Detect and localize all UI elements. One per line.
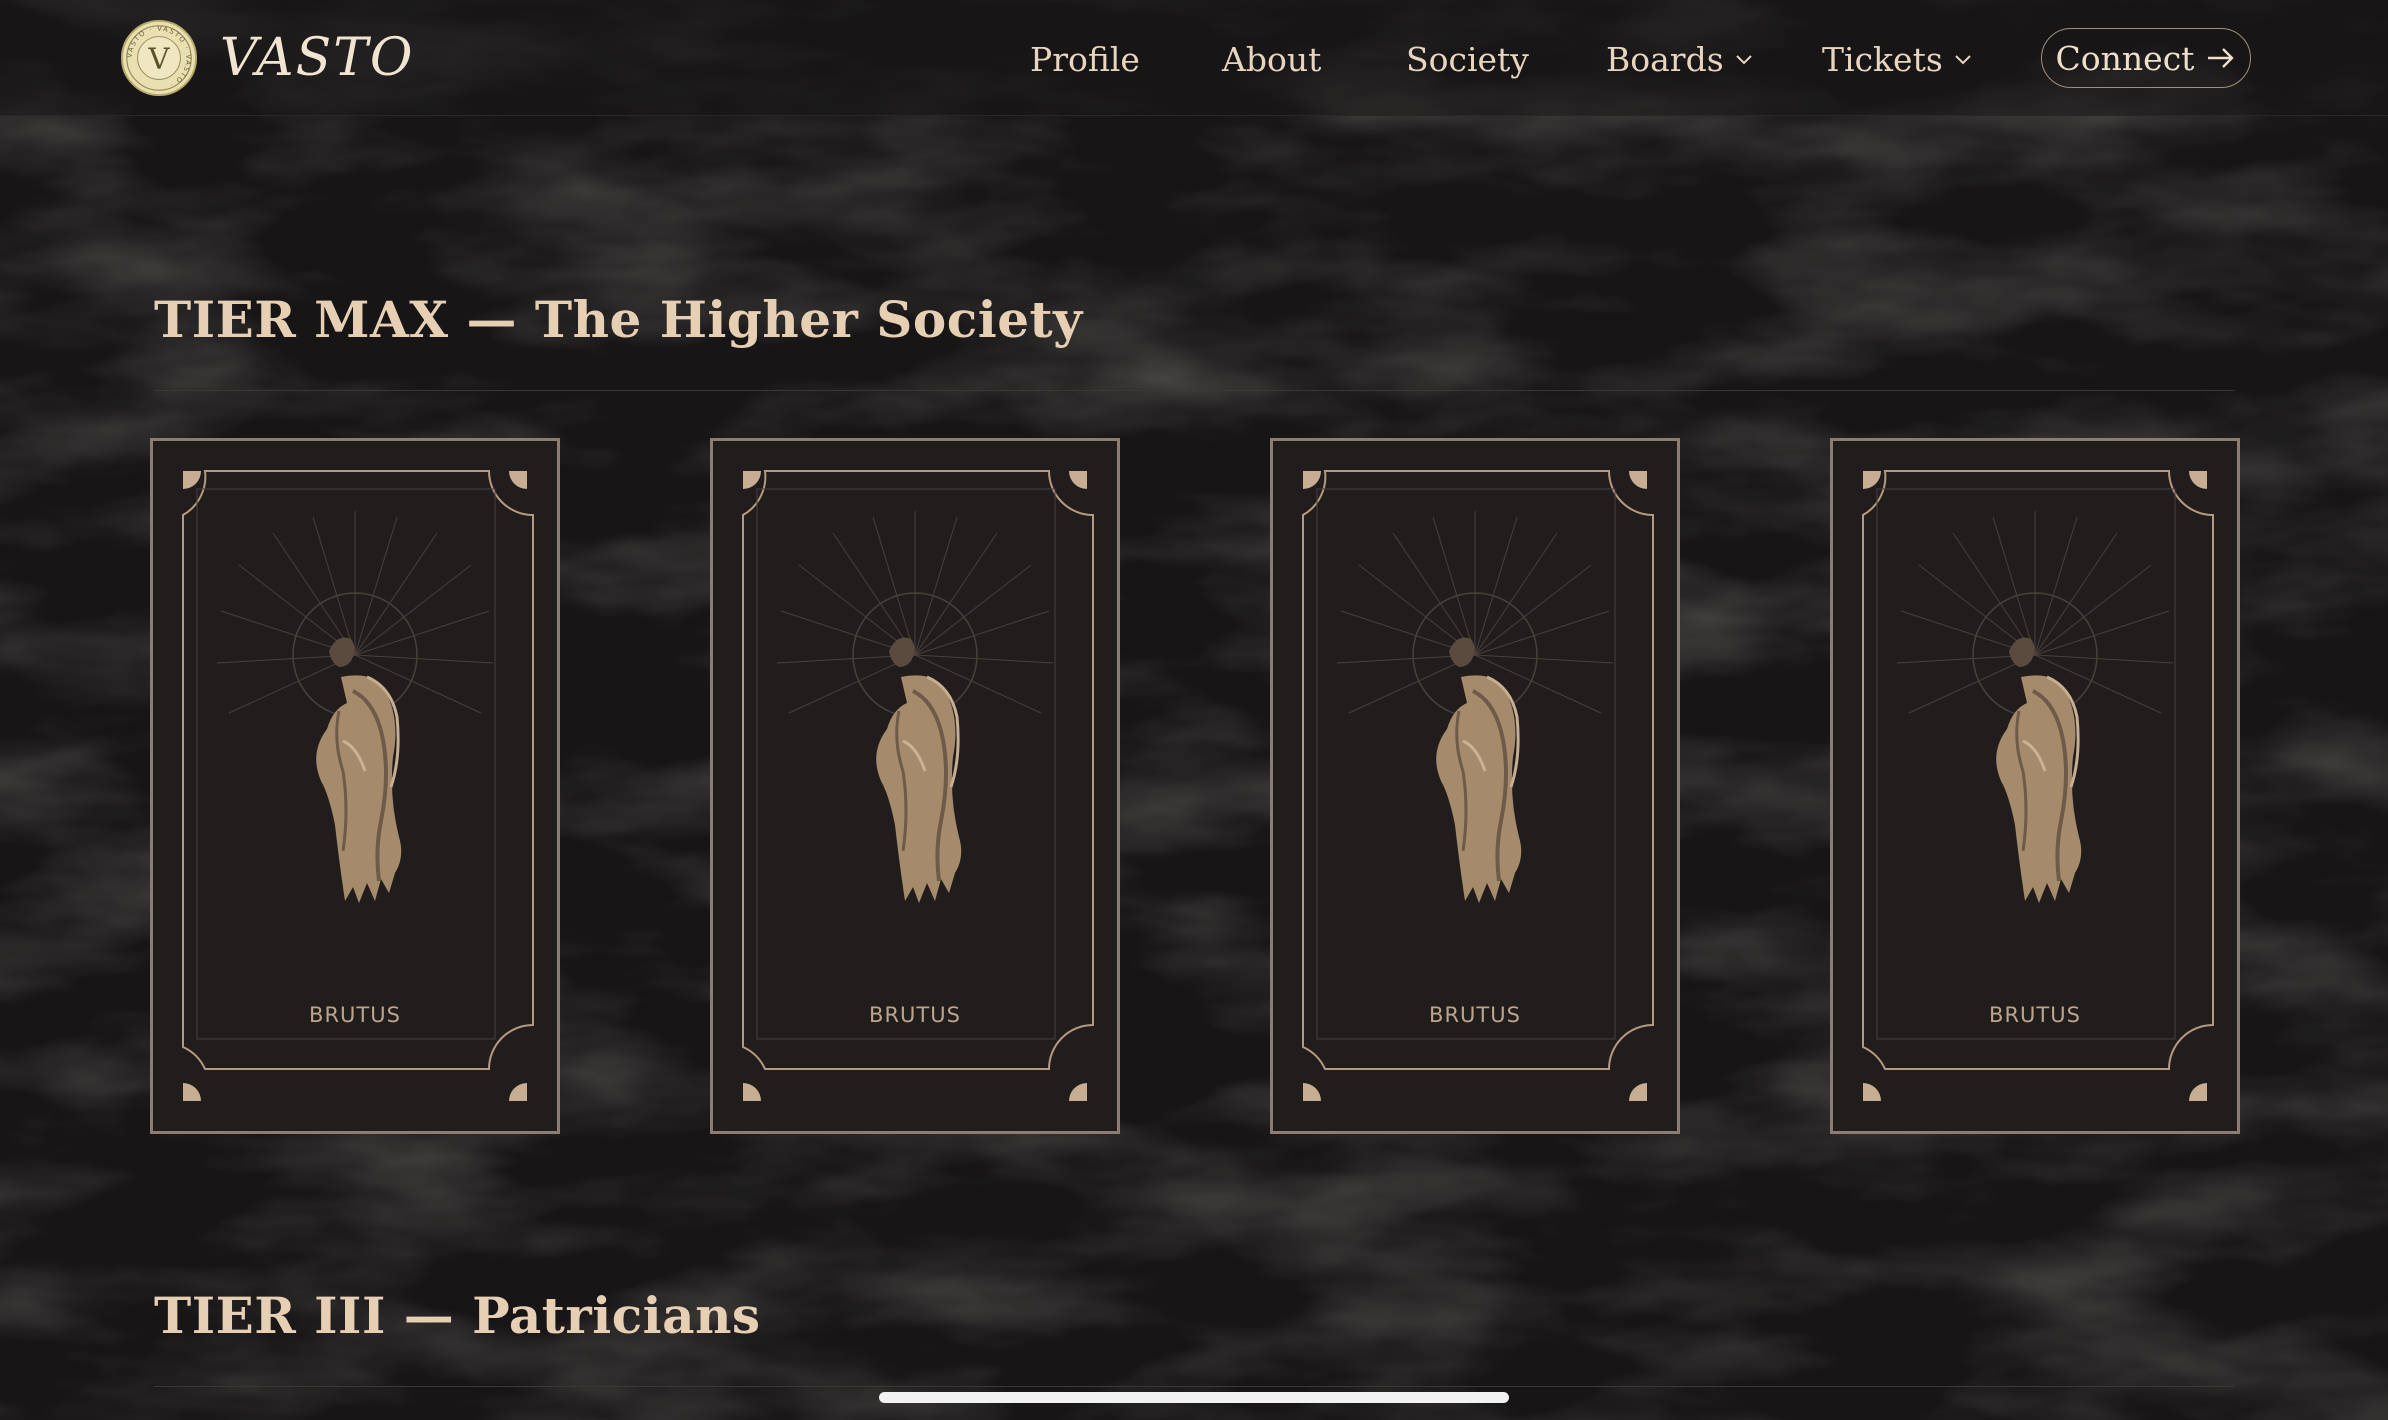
nav-boards-label: Boards xyxy=(1606,39,1724,79)
card-label: BRUTUS xyxy=(1989,1003,2081,1027)
site-header: VASTO · VASTO · VASTO · V VASTO Profile … xyxy=(0,0,2388,116)
nav-society[interactable]: Society xyxy=(1406,28,1529,90)
page: VASTO · VASTO · VASTO · V VASTO Profile … xyxy=(0,0,2388,1420)
brand-name: VASTO xyxy=(220,28,415,88)
nav-tickets-dropdown[interactable]: Tickets xyxy=(1822,28,1973,90)
nav-about-label: About xyxy=(1222,39,1322,79)
arrow-right-icon xyxy=(2208,48,2235,68)
nav-boards-dropdown[interactable]: Boards xyxy=(1606,28,1754,90)
card-label: BRUTUS xyxy=(1429,1003,1521,1027)
nav-society-label: Society xyxy=(1406,39,1529,79)
section-title-tier-iii: TIER III — Patricians xyxy=(154,1286,761,1345)
card-frame-ornament xyxy=(1861,469,2215,1103)
nav-profile[interactable]: Profile xyxy=(1030,28,1140,90)
connect-button-label: Connect xyxy=(2055,38,2195,78)
connect-button[interactable]: Connect xyxy=(2041,28,2251,88)
logo-letter: V xyxy=(147,42,170,76)
card-frame-ornament xyxy=(741,469,1095,1103)
section-title-tier-max: TIER MAX — The Higher Society xyxy=(154,290,1083,349)
home-indicator-bar xyxy=(879,1392,1509,1403)
card-frame-ornament xyxy=(1301,469,1655,1103)
section-divider xyxy=(154,1386,2234,1387)
nav-tickets-label: Tickets xyxy=(1822,39,1943,79)
nft-card-2[interactable]: BRUTUS xyxy=(710,438,1120,1134)
vasto-seal-logo-icon: VASTO · VASTO · VASTO · V xyxy=(120,19,198,97)
chevron-down-icon xyxy=(1955,55,1971,65)
card-label: BRUTUS xyxy=(869,1003,961,1027)
nft-card-3[interactable]: BRUTUS xyxy=(1270,438,1680,1134)
nft-card-1[interactable]: BRUTUS xyxy=(150,438,560,1134)
section-divider xyxy=(154,390,2234,391)
chevron-down-icon xyxy=(1735,55,1752,65)
nav-about[interactable]: About xyxy=(1222,28,1321,90)
nav-profile-label: Profile xyxy=(1030,39,1140,79)
card-frame-ornament xyxy=(181,469,535,1103)
nft-card-4[interactable]: BRUTUS xyxy=(1830,438,2240,1134)
logo-link[interactable]: VASTO · VASTO · VASTO · V VASTO xyxy=(120,18,415,98)
card-label: BRUTUS xyxy=(309,1003,401,1027)
